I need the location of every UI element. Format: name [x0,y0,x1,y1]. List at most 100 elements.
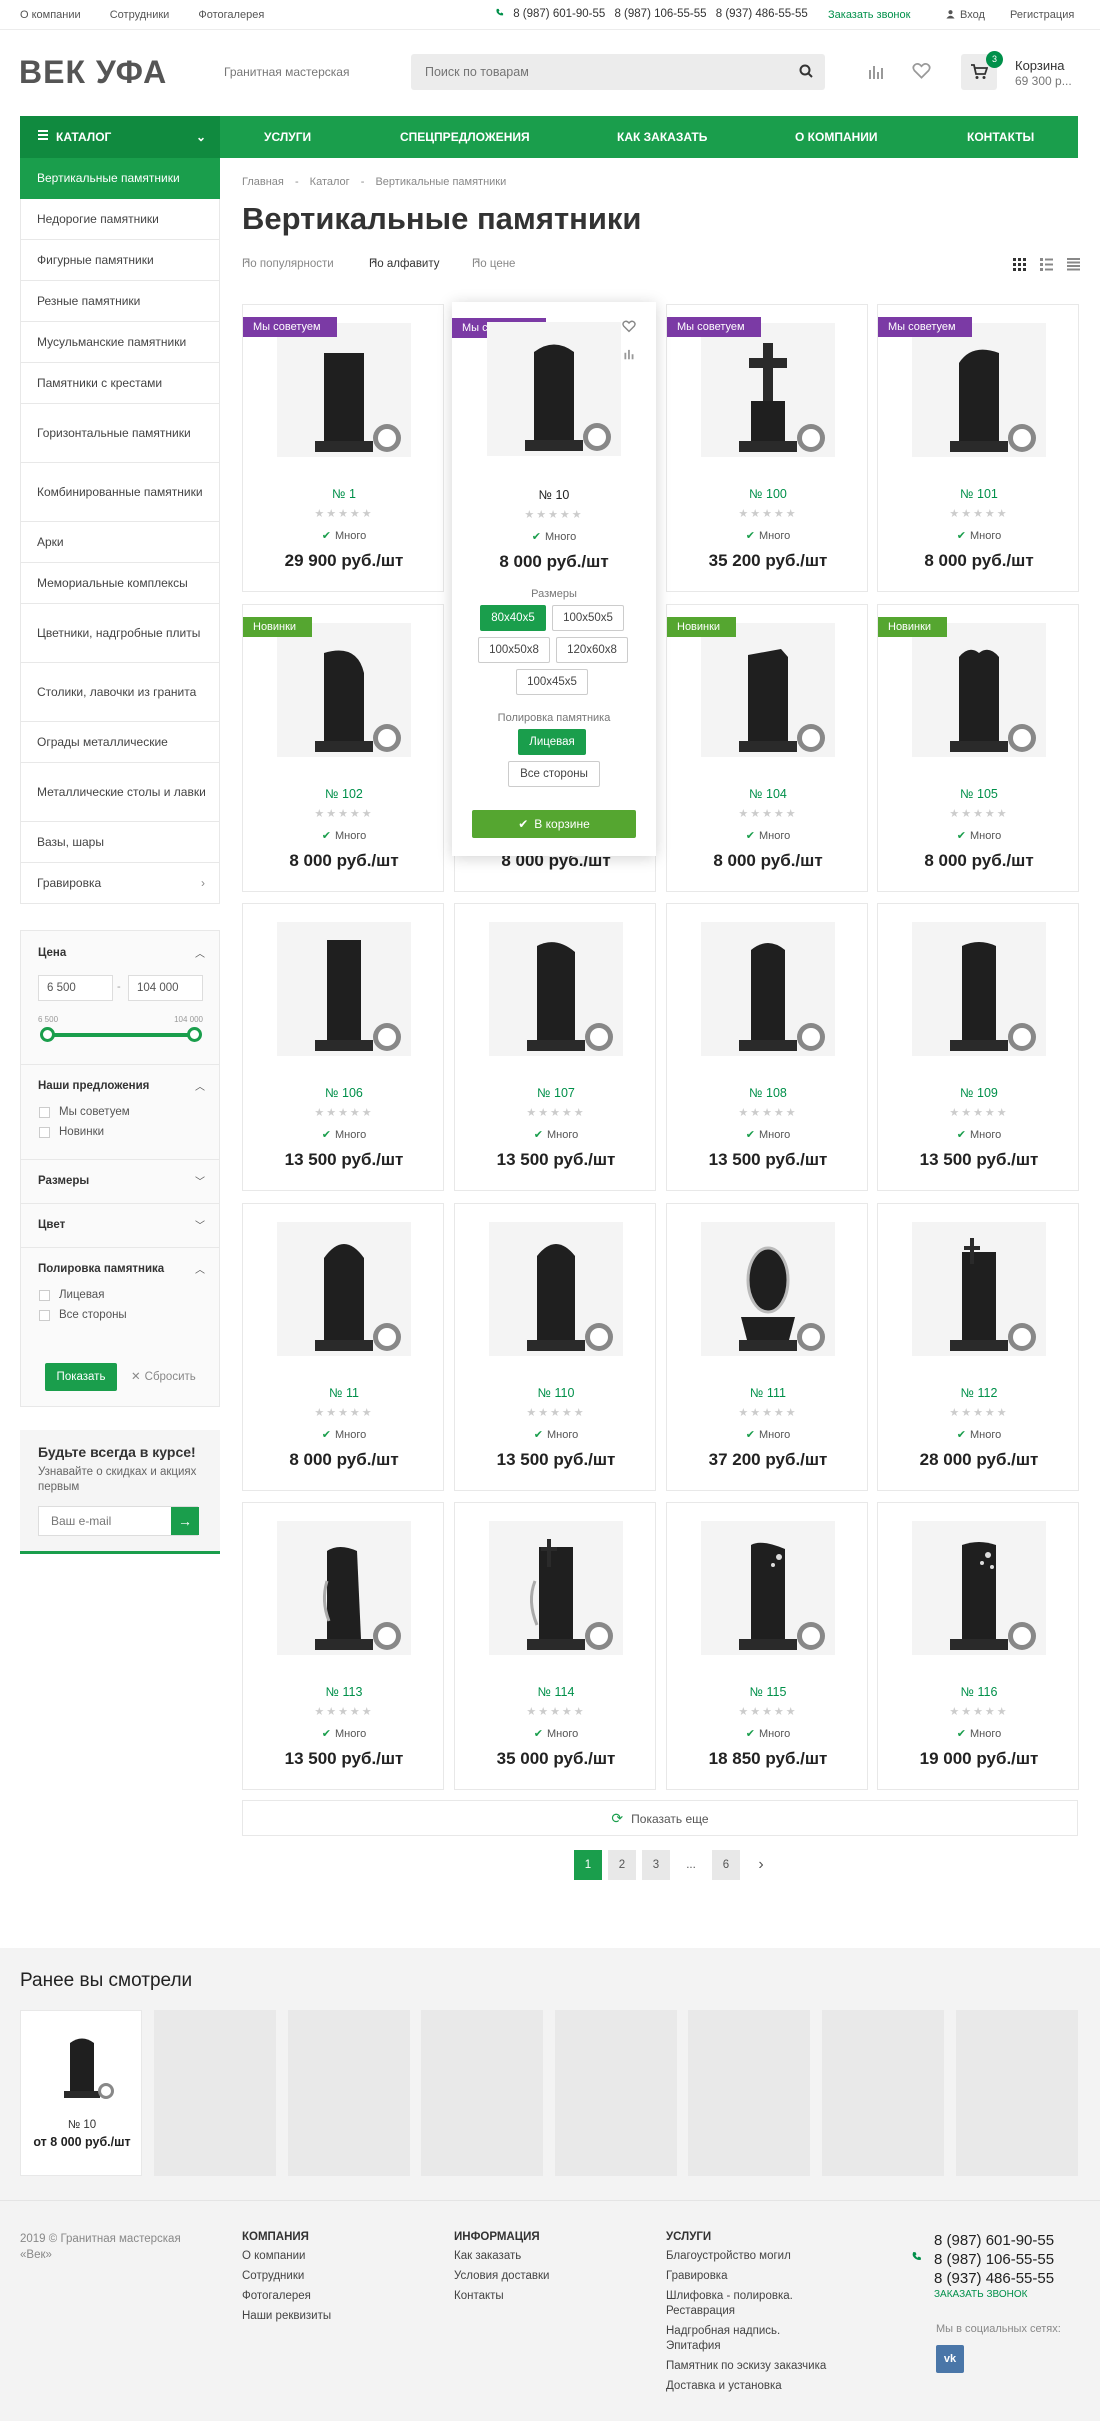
chevron-up-icon[interactable]: ︿ [195,1261,205,1276]
product-image[interactable] [489,922,623,1056]
product-name[interactable]: № 102 [243,787,445,801]
price-from-input[interactable]: 6 500 [38,975,113,1001]
product-image[interactable] [912,1222,1046,1356]
product-card[interactable]: Новинки № 102 ★★★★★ ✔ Много 8 000 руб./шт [242,604,444,892]
product-hover-card[interactable]: Мы советуем № 10 ★★★★★ ✔Много 8 000 руб.… [452,302,656,856]
product-image[interactable] [701,323,835,457]
sidebar-item-vases[interactable]: Вазы, шары [20,822,220,863]
catalog-menu-button[interactable]: КАТАЛОГ ⌄ [20,116,220,158]
breadcrumb-home[interactable]: Главная [242,176,284,188]
price-slider-min-handle[interactable] [40,1027,55,1042]
footer-link[interactable]: Контакты [454,2289,549,2304]
product-name[interactable]: № 11 [243,1386,445,1400]
product-card[interactable]: № 112 ★★★★★ ✔ Много 28 000 руб./шт [877,1203,1079,1491]
filter-color-title[interactable]: Цвет [38,1219,65,1231]
product-card[interactable]: Новинки № 104 ★★★★★ ✔ Много 8 000 руб./шт [666,604,868,892]
page-2[interactable]: 2 [608,1850,636,1880]
size-option-100x50x5[interactable]: 100x50x5 [552,605,624,631]
product-image[interactable] [277,922,411,1056]
filter-polish-title[interactable]: Полировка памятника [38,1263,164,1275]
page-1[interactable]: 1 [574,1850,602,1880]
filter-color[interactable]: Цвет ﹀ [21,1203,219,1247]
checkbox-polish-all[interactable] [39,1310,50,1321]
sidebar-item-carved[interactable]: Резные памятники [20,281,220,322]
size-option-100x45x5[interactable]: 100x45x5 [516,669,588,695]
product-card[interactable]: № 116 ★★★★★ ✔ Много 19 000 руб./шт [877,1502,1079,1790]
checkbox-recommended-label[interactable]: Мы советуем [59,1106,130,1118]
checkbox-new-label[interactable]: Новинки [59,1126,104,1138]
product-image[interactable] [487,322,621,456]
sidebar-item-metal-tables[interactable]: Металлические столы и лавки [20,763,220,822]
product-image[interactable] [489,1521,623,1655]
product-card[interactable]: № 110 ★★★★★ ✔ Много 13 500 руб./шт [454,1203,656,1491]
product-card[interactable]: № 109 ★★★★★ ✔ Много 13 500 руб./шт [877,903,1079,1191]
footer-link[interactable]: О компании [242,2249,331,2264]
sidebar-item-crosses[interactable]: Памятники с крестами [20,363,220,404]
page-3[interactable]: 3 [642,1850,670,1880]
product-card[interactable]: № 107 ★★★★★ ✔ Много 13 500 руб./шт [454,903,656,1191]
topbar-phone-2[interactable]: 8 (987) 106-55-55 [614,8,706,20]
footer-link[interactable]: Благоустройство могил [666,2249,836,2264]
product-name[interactable]: № 1 [243,487,445,501]
sidebar-item-horizontal[interactable]: Горизонтальные памятники [20,404,220,463]
in-cart-button[interactable]: ✔ В корзине [472,810,636,838]
product-name[interactable]: № 113 [243,1685,445,1699]
product-card[interactable]: Новинки № 105 ★★★★★ ✔ Много 8 000 руб./шт [877,604,1079,892]
price-to-input[interactable]: 104 000 [128,975,203,1001]
sidebar-item-tables[interactable]: Столики, лавочки из гранита [20,663,220,722]
filter-sizes-title[interactable]: Размеры [38,1175,89,1187]
footer-link[interactable]: Шлифовка - полировка. Реставрация [666,2289,836,2319]
subscribe-submit-button[interactable]: → [171,1507,199,1535]
product-name[interactable]: № 105 [878,787,1080,801]
heart-icon[interactable] [912,62,931,80]
size-option-100x50x8[interactable]: 100x50x8 [478,637,550,663]
product-image[interactable] [701,1222,835,1356]
search-icon[interactable] [799,64,813,78]
nav-item-about[interactable]: О КОМПАНИИ [795,116,878,158]
product-card[interactable]: № 108 ★★★★★ ✔ Много 13 500 руб./шт [666,903,868,1191]
product-name[interactable]: № 108 [667,1086,869,1100]
product-card[interactable]: № 11 ★★★★★ ✔ Много 8 000 руб./шт [242,1203,444,1491]
logo[interactable]: ВЕК УФА [19,54,167,91]
chevron-up-icon[interactable]: ︿ [195,945,205,960]
product-image[interactable] [912,1521,1046,1655]
checkbox-polish-front-label[interactable]: Лицевая [59,1289,104,1301]
filter-price-title[interactable]: Цена [38,947,66,959]
product-image[interactable] [701,1521,835,1655]
chevron-down-icon[interactable]: ﹀ [195,1217,205,1232]
next-page-button[interactable]: › [747,1850,775,1880]
recent-product-card[interactable]: № 10 от 8 000 руб./шт [20,2010,142,2176]
footer-link[interactable]: Как заказать [454,2249,549,2264]
sidebar-item-muslim[interactable]: Мусульманские памятники [20,322,220,363]
vk-icon[interactable]: vk [936,2345,964,2373]
product-image[interactable] [912,323,1046,457]
product-name[interactable]: № 10 [452,488,656,502]
checkbox-polish-front[interactable] [39,1290,50,1301]
footer-callback-link[interactable]: ЗАКАЗАТЬ ЗВОНОК [934,2289,1027,2300]
checkbox-recommended[interactable] [39,1107,50,1118]
topbar-link-about[interactable]: О компании [20,9,81,21]
product-image[interactable] [701,922,835,1056]
product-name[interactable]: № 109 [878,1086,1080,1100]
footer-link[interactable]: Доставка и установка [666,2379,836,2394]
size-option-80x40x5[interactable]: 80x40x5 [480,605,546,631]
product-name[interactable]: № 107 [455,1086,657,1100]
product-name[interactable]: № 106 [243,1086,445,1100]
footer-link[interactable]: Гравировка [666,2269,836,2284]
sidebar-item-flowerbeds[interactable]: Цветники, надгробные плиты [20,604,220,663]
product-card[interactable]: Мы советуем № 1 ★★★★★ ✔ Много 29 900 руб./шт [242,304,444,592]
filter-offers-title[interactable]: Наши предложения [38,1080,149,1092]
filter-show-button[interactable]: Показать [45,1363,117,1391]
topbar-phone-1[interactable]: 8 (987) 601-90-55 [513,8,605,20]
sidebar-item-figured[interactable]: Фигурные памятники [20,240,220,281]
filter-sizes[interactable]: Размеры ﹀ [21,1159,219,1203]
product-image[interactable] [277,323,411,457]
breadcrumb-catalog[interactable]: Каталог [310,176,350,188]
sidebar-item-engraving[interactable]: Гравировка › [20,863,220,904]
chevron-down-icon[interactable]: ﹀ [195,1173,205,1188]
footer-link[interactable]: Фотогалерея [242,2289,331,2304]
nav-item-how-to-order[interactable]: КАК ЗАКАЗАТЬ [617,116,707,158]
product-card[interactable]: № 115 ★★★★★ ✔ Много 18 850 руб./шт [666,1502,868,1790]
topbar-link-gallery[interactable]: Фотогалерея [198,9,264,21]
product-image[interactable] [277,1521,411,1655]
